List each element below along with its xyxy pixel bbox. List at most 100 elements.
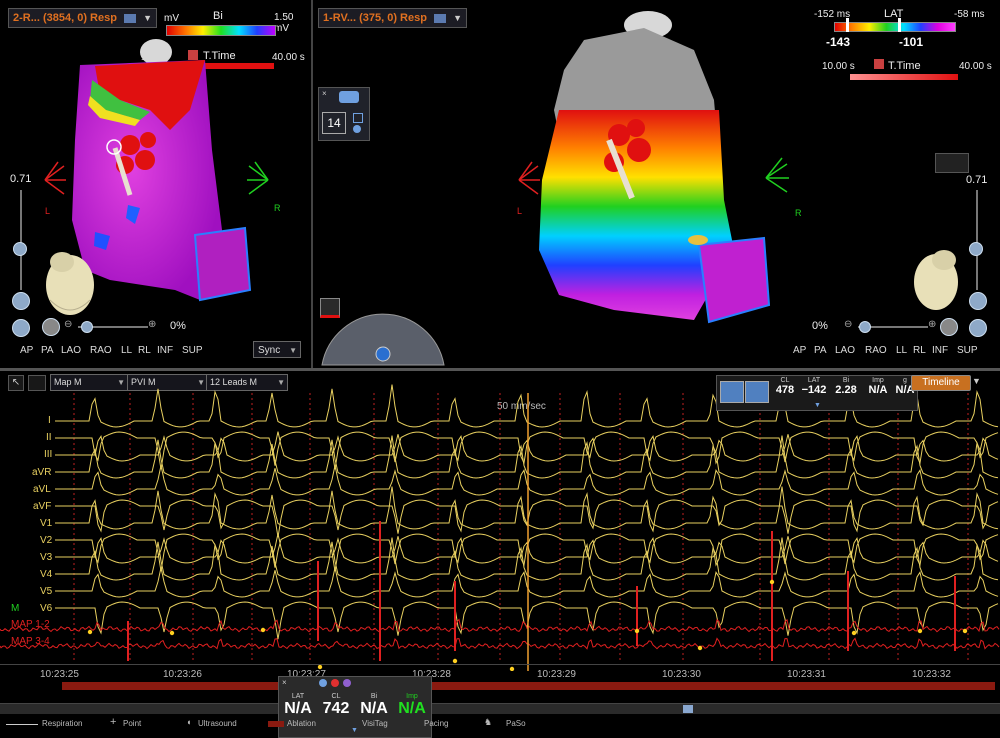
clock-icon[interactable] <box>720 381 744 403</box>
view-rao-button[interactable]: RAO <box>865 345 887 356</box>
view-ll-button[interactable]: LL <box>896 345 907 356</box>
right-map-panel[interactable]: 1-RV... (375, 0) Resp ▼ -152 ms LAT -58 … <box>314 0 1000 368</box>
annotation-point[interactable] <box>851 630 857 636</box>
view-inf-button[interactable]: INF <box>157 345 173 356</box>
zoom-icon[interactable] <box>969 292 987 310</box>
zoom-icon[interactable] <box>12 292 30 310</box>
left-anatomy-map[interactable] <box>0 0 311 368</box>
info-cl-col: CL 478 <box>771 377 799 396</box>
annotation-point[interactable] <box>634 628 640 634</box>
ecg-lead-trace <box>55 499 999 538</box>
vertical-slider[interactable] <box>20 190 22 290</box>
time-label: 10:23:29 <box>537 669 576 680</box>
bottom-measurement-overlay[interactable]: × LAT N/A CL 742 Bi N/A Imp N/A ▼ <box>278 676 432 738</box>
rotate-icon[interactable] <box>12 319 30 337</box>
info-value: 2.28 <box>835 384 857 396</box>
anatomy-yellow-spot <box>688 235 708 245</box>
overlay-value: 742 <box>322 700 350 717</box>
rotate-icon[interactable] <box>969 319 987 337</box>
horizontal-scrollbar[interactable] <box>0 703 1000 714</box>
view-rl-button[interactable]: RL <box>913 345 926 356</box>
undo-icon[interactable] <box>320 298 340 318</box>
respiration-icon <box>6 724 38 725</box>
chevron-down-icon[interactable]: ▼ <box>814 402 821 409</box>
annotation-point[interactable] <box>169 630 175 636</box>
scrollbar-thumb[interactable] <box>683 705 693 713</box>
slider-handle[interactable] <box>969 242 983 256</box>
transparency-icon[interactable] <box>42 318 60 336</box>
sync-select-value: Sync <box>258 345 281 356</box>
chevron-down-icon[interactable]: ▼ <box>972 376 981 386</box>
chevron-down-icon[interactable]: ▼ <box>351 727 358 734</box>
anatomy-vessel <box>697 236 771 324</box>
left-orient-label: L <box>517 206 523 216</box>
target-icon[interactable] <box>331 679 339 687</box>
legend-ablation: Ablation <box>287 719 316 728</box>
annotation-point[interactable] <box>917 628 923 634</box>
ultrasound-icon: ◖ <box>186 717 192 727</box>
ablation-point <box>135 150 155 170</box>
gear-icon[interactable] <box>343 679 351 687</box>
view-pa-button[interactable]: PA <box>814 345 827 356</box>
left-orient-arrow <box>518 161 540 195</box>
transparency-handle[interactable] <box>859 321 871 333</box>
vertical-slider[interactable] <box>976 190 978 290</box>
annotation-point[interactable] <box>509 666 515 671</box>
view-sup-button[interactable]: SUP <box>182 345 203 356</box>
transparency-icon[interactable] <box>940 318 958 336</box>
view-ll-button[interactable]: LL <box>121 345 132 356</box>
view-inf-button[interactable]: INF <box>932 345 948 356</box>
settings-icon[interactable] <box>319 679 327 687</box>
right-orient-arrow <box>247 161 269 195</box>
right-anatomy-map[interactable] <box>314 0 1000 368</box>
info-value: 478 <box>775 384 795 396</box>
slider-handle[interactable] <box>13 242 27 256</box>
transparency-handle[interactable] <box>81 321 93 333</box>
time-label: 10:23:32 <box>912 669 951 680</box>
ecg-lead-trace <box>55 486 999 530</box>
link-icon[interactable] <box>745 381 769 403</box>
plus-icon[interactable]: ⊕ <box>928 319 936 330</box>
recording-timeline-bar[interactable] <box>62 682 995 690</box>
ecg-panel[interactable]: ↖ Map M ▼ PVI M ▼ 12 Leads M ▼ 50 mm/sec I … <box>0 371 1000 738</box>
transparency-value: 0% <box>812 320 828 332</box>
minus-icon[interactable]: ⊖ <box>844 319 852 330</box>
time-label: 10:23:26 <box>163 669 202 680</box>
view-pa-button[interactable]: PA <box>41 345 54 356</box>
view-lao-button[interactable]: LAO <box>61 345 81 356</box>
legend-ultrasound: Ultrasound <box>198 719 237 728</box>
overlay-value: N/A <box>360 700 388 717</box>
info-lat-col: LAT −142 <box>799 377 829 396</box>
ablation-point <box>120 135 140 155</box>
view-ap-button[interactable]: AP <box>793 345 806 356</box>
time-label: 10:23:25 <box>40 669 79 680</box>
ecg-traces[interactable] <box>0 371 1000 671</box>
view-rl-button[interactable]: RL <box>138 345 151 356</box>
display-options-button[interactable] <box>935 153 969 173</box>
sync-select[interactable]: Sync ▼ <box>253 341 301 358</box>
minus-icon[interactable]: ⊖ <box>64 319 72 330</box>
annotation-point[interactable] <box>697 645 703 651</box>
annotation-point[interactable] <box>769 579 775 585</box>
anatomy-cap <box>140 39 172 65</box>
annotation-point[interactable] <box>962 628 968 634</box>
ablation-icon <box>268 721 284 727</box>
plus-icon[interactable]: ⊕ <box>148 319 156 330</box>
left-map-panel[interactable]: 2-R... (3854, 0) Resp ▼ mV Bi 1.50 mV 1 … <box>0 0 313 368</box>
right-orient-label: R <box>274 203 281 213</box>
annotation-point[interactable] <box>452 658 458 664</box>
ecg-lead-trace <box>55 465 999 496</box>
view-lao-button[interactable]: LAO <box>835 345 855 356</box>
view-rao-button[interactable]: RAO <box>90 345 112 356</box>
close-icon[interactable]: × <box>282 678 287 687</box>
view-ap-button[interactable]: AP <box>20 345 33 356</box>
overlay-imp: Imp N/A <box>393 693 431 718</box>
measurement-box[interactable]: CL 478 LAT −142 Bi 2.28 Imp N/A g N/A ▼ <box>716 375 918 411</box>
annotation-point[interactable] <box>87 629 93 635</box>
view-sup-button[interactable]: SUP <box>957 345 978 356</box>
timeline-button[interactable]: Timeline <box>911 375 971 391</box>
time-label: 10:23:30 <box>662 669 701 680</box>
legend-paso: PaSo <box>506 719 526 728</box>
annotation-point[interactable] <box>260 627 266 633</box>
heart-orientation-icon <box>914 250 958 310</box>
